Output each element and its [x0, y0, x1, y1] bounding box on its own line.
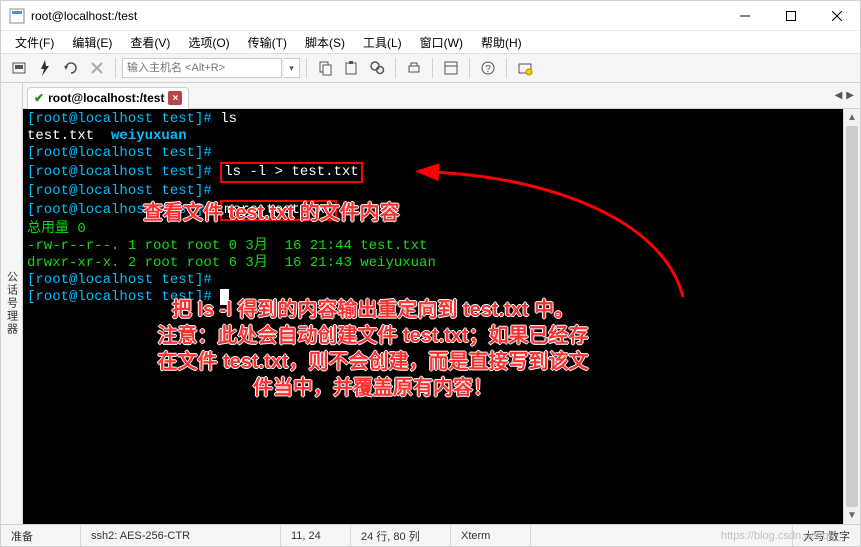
connected-check-icon: ✔ [34, 91, 44, 105]
status-cipher: ssh2: AES-256-CTR [81, 525, 281, 546]
properties-icon[interactable] [439, 56, 463, 80]
app-icon [9, 8, 25, 24]
status-caps: 大写 数字 [793, 525, 860, 546]
tab-title: root@localhost:/test [48, 91, 164, 105]
window-title: root@localhost:/test [31, 9, 137, 23]
host-input[interactable] [122, 58, 282, 78]
menu-edit[interactable]: 编辑(E) [64, 32, 120, 53]
menu-file[interactable]: 文件(F) [7, 32, 62, 53]
menu-help[interactable]: 帮助(H) [473, 32, 530, 53]
session-manager-sidebar[interactable]: 公话号理器 [1, 83, 23, 524]
statusbar: 准备 ssh2: AES-256-CTR 11, 24 24 行, 80 列 X… [1, 524, 860, 546]
toolbar: ▾ ? [1, 53, 860, 83]
find-icon[interactable] [365, 56, 389, 80]
close-button[interactable] [814, 1, 860, 31]
quick-connect-icon[interactable] [33, 56, 57, 80]
menu-tools[interactable]: 工具(L) [355, 32, 410, 53]
status-size: 24 行, 80 列 [351, 525, 451, 546]
menu-script[interactable]: 脚本(S) [297, 32, 353, 53]
print-icon[interactable] [402, 56, 426, 80]
disconnect-icon[interactable] [85, 56, 109, 80]
tabbar: ✔ root@localhost:/test × ◀ ▶ [23, 83, 860, 109]
menu-view[interactable]: 查看(V) [122, 32, 178, 53]
session-tab[interactable]: ✔ root@localhost:/test × [27, 87, 189, 109]
sidebar-label: 公话号理器 [4, 271, 20, 336]
client-area: 公话号理器 ✔ root@localhost:/test × ◀ ▶ [root… [1, 83, 860, 524]
maximize-button[interactable] [768, 1, 814, 31]
tab-left-arrow-icon[interactable]: ◀ [835, 90, 843, 101]
help-icon[interactable]: ? [476, 56, 500, 80]
session-icon[interactable] [513, 56, 537, 80]
status-cursor-pos: 11, 24 [281, 525, 351, 546]
annotation-redirect-explain: 把 ls -l 得到的内容输出重定向到 test.txt 中。 注意：此处会自动… [63, 297, 683, 401]
titlebar: root@localhost:/test [1, 1, 860, 31]
menu-transfer[interactable]: 传输(T) [240, 32, 295, 53]
reconnect-icon[interactable] [59, 56, 83, 80]
scroll-up-arrow-icon[interactable]: ▲ [844, 109, 860, 126]
status-ready: 准备 [1, 525, 81, 546]
annotation-view-file: 查看文件 test.txt 的文件内容 [143, 205, 400, 222]
copy-icon[interactable] [313, 56, 337, 80]
paste-icon[interactable] [339, 56, 363, 80]
host-dropdown-arrow[interactable]: ▾ [284, 58, 300, 78]
terminal-scrollbar[interactable]: ▲ ▼ [843, 109, 860, 524]
svg-text:?: ? [485, 64, 491, 75]
tab-right-arrow-icon[interactable]: ▶ [846, 90, 854, 101]
terminal[interactable]: [root@localhost test]# lstest.txt weiyux… [23, 109, 843, 524]
scroll-down-arrow-icon[interactable]: ▼ [844, 507, 860, 524]
menubar: 文件(F) 编辑(E) 查看(V) 选项(O) 传输(T) 脚本(S) 工具(L… [1, 31, 860, 53]
scroll-thumb[interactable] [846, 126, 858, 507]
status-term: Xterm [451, 525, 531, 546]
tab-close-button[interactable]: × [168, 91, 182, 105]
minimize-button[interactable] [722, 1, 768, 31]
connect-icon[interactable] [7, 56, 31, 80]
menu-options[interactable]: 选项(O) [180, 32, 237, 53]
menu-window[interactable]: 窗口(W) [412, 32, 471, 53]
